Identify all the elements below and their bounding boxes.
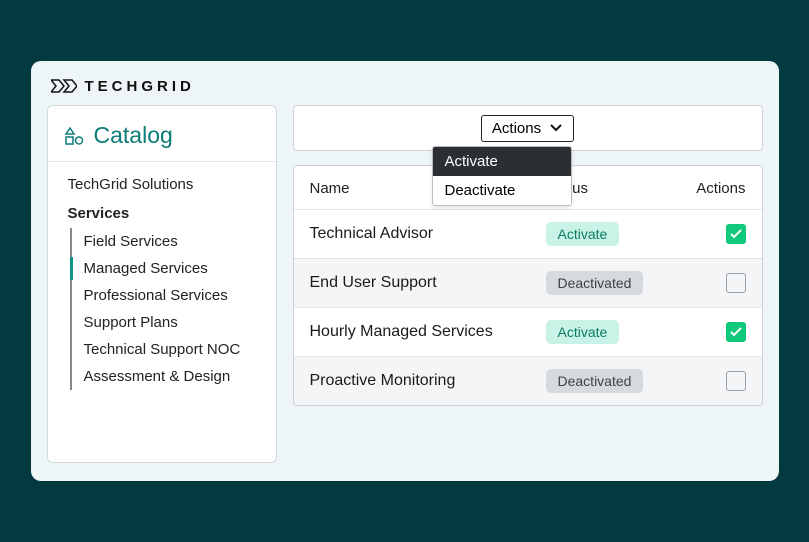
sidebar-sub-item[interactable]: Technical Support NOC [72, 336, 276, 363]
status-badge: Activate [546, 320, 620, 344]
sidebar-sub-item[interactable]: Managed Services [72, 255, 276, 282]
actions-dropdown-button[interactable]: Actions [481, 115, 574, 142]
status-badge: Deactivated [546, 271, 644, 295]
actions-dropdown-menu: Activate Deactivate [432, 146, 572, 206]
row-checkbox[interactable] [726, 273, 746, 293]
row-checkbox[interactable] [726, 371, 746, 391]
brand-icon [51, 77, 77, 95]
row-name: Technical Advisor [310, 225, 546, 243]
actions-bar: Actions Activate Deactivate [293, 105, 763, 151]
catalog-title: Catalog [94, 122, 173, 149]
shapes-icon [64, 126, 84, 146]
divider [48, 161, 276, 162]
dropdown-item-deactivate[interactable]: Deactivate [433, 176, 571, 205]
sidebar: Catalog TechGrid Solutions Services Fiel… [47, 105, 277, 463]
row-name: Hourly Managed Services [310, 323, 546, 341]
row-name: End User Support [310, 274, 546, 292]
actions-button-label: Actions [492, 120, 541, 137]
sidebar-item-solutions[interactable]: TechGrid Solutions [48, 170, 276, 199]
status-badge: Deactivated [546, 369, 644, 393]
table-header-actions: Actions [676, 180, 746, 197]
sidebar-item-label: Professional Services [84, 287, 228, 304]
sidebar-item-services[interactable]: Services [48, 199, 276, 228]
dropdown-item-label: Activate [445, 153, 498, 170]
table-row: Hourly Managed Services Activate [294, 307, 762, 356]
sidebar-item-label: Support Plans [84, 314, 178, 331]
row-status: Activate [546, 320, 676, 344]
brand-logo: TECHGRID [47, 73, 763, 105]
sidebar-item-label: Managed Services [84, 260, 208, 277]
dropdown-item-label: Deactivate [445, 182, 516, 199]
row-actions [676, 273, 746, 293]
row-actions [676, 224, 746, 244]
chevron-down-icon [549, 123, 563, 133]
sidebar-sub-item[interactable]: Assessment & Design [72, 363, 276, 390]
content-row: Catalog TechGrid Solutions Services Fiel… [47, 105, 763, 463]
row-actions [676, 371, 746, 391]
sidebar-header: Catalog [48, 116, 276, 161]
row-name: Proactive Monitoring [310, 372, 546, 390]
dropdown-item-activate[interactable]: Activate [433, 147, 571, 176]
brand-text: TECHGRID [85, 78, 195, 95]
app-window: TECHGRID Catalog TechGrid Solutions Serv… [31, 61, 779, 481]
status-badge: Activate [546, 222, 620, 246]
table-row: Technical Advisor Activate [294, 209, 762, 258]
row-checkbox[interactable] [726, 322, 746, 342]
sidebar-item-label: Assessment & Design [84, 368, 231, 385]
sidebar-sub-item[interactable]: Field Services [72, 228, 276, 255]
sidebar-sub-item[interactable]: Support Plans [72, 309, 276, 336]
sidebar-sub-item[interactable]: Professional Services [72, 282, 276, 309]
row-checkbox[interactable] [726, 224, 746, 244]
sidebar-item-label: Field Services [84, 233, 178, 250]
row-actions [676, 322, 746, 342]
sidebar-sub-items: Field Services Managed Services Professi… [70, 228, 276, 390]
row-status: Deactivated [546, 271, 676, 295]
main-area: Actions Activate Deactivate Name [293, 105, 763, 463]
table-row: Proactive Monitoring Deactivated [294, 356, 762, 405]
sidebar-item-label: Technical Support NOC [84, 341, 241, 358]
table-row: End User Support Deactivated [294, 258, 762, 307]
sidebar-item-label: Services [68, 205, 130, 222]
row-status: Deactivated [546, 369, 676, 393]
row-status: Activate [546, 222, 676, 246]
sidebar-item-label: TechGrid Solutions [68, 176, 194, 193]
